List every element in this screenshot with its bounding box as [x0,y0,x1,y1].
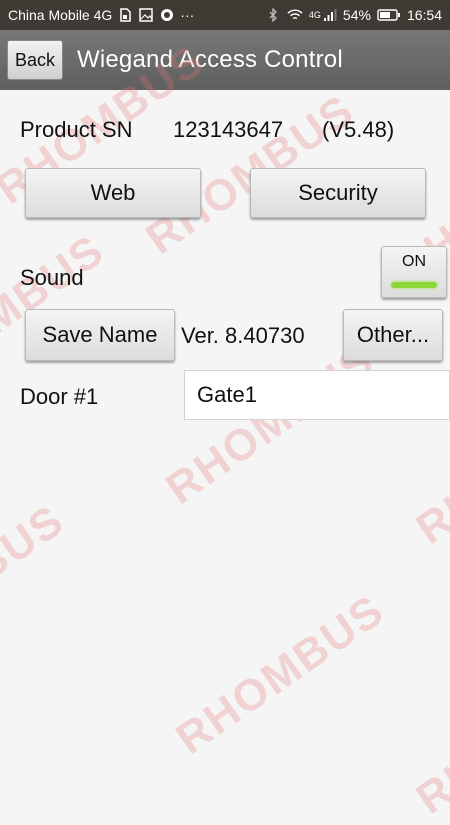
watermark-text: RHOMBUS [407,645,450,824]
clock: 16:54 [406,7,442,23]
network-type-label: 4G [308,10,321,20]
other-button[interactable]: Other... [343,309,443,361]
gallery-icon [138,7,154,23]
app-notification-icon [159,7,175,23]
product-version: (V5.48) [322,117,395,142]
back-button[interactable]: Back [7,40,63,80]
watermark-text: RHOMBUS [167,585,394,764]
battery-percent: 54% [342,7,371,23]
sound-label: Sound [20,265,84,290]
door-name-input[interactable]: Gate1 [184,370,450,420]
security-button[interactable]: Security [250,168,426,218]
watermark-text: RHOMBUS [157,335,384,514]
sound-toggle[interactable]: ON [381,246,447,298]
carrier-label: China Mobile 4G [8,7,113,23]
sound-toggle-state: ON [402,253,426,270]
wifi-icon [287,7,303,23]
firmware-version: Ver. 8.40730 [181,323,305,348]
watermark-text: RHOMBUS [0,495,74,674]
more-notifications-icon: ··· [180,7,195,23]
sim-icon [117,7,133,23]
toggle-on-indicator [391,282,437,288]
web-button[interactable]: Web [25,168,201,218]
battery-icon [377,7,401,23]
cellular-signal-icon: 4G [309,7,337,23]
action-bar: Back Wiegand Access Control [0,30,450,90]
door-label: Door #1 [20,384,99,409]
status-bar: China Mobile 4G ··· 4G 54% 16:54 [0,0,450,30]
main-content: RHOMBUS RHOMBUS RHOMBUS RHOMBUS RHOMBUS … [0,35,450,824]
page-title: Wiegand Access Control [77,46,343,73]
bluetooth-icon [265,7,281,23]
save-name-button[interactable]: Save Name [25,309,175,361]
product-sn-label: Product SN [20,117,133,142]
product-serial: 123143647 [173,117,284,142]
